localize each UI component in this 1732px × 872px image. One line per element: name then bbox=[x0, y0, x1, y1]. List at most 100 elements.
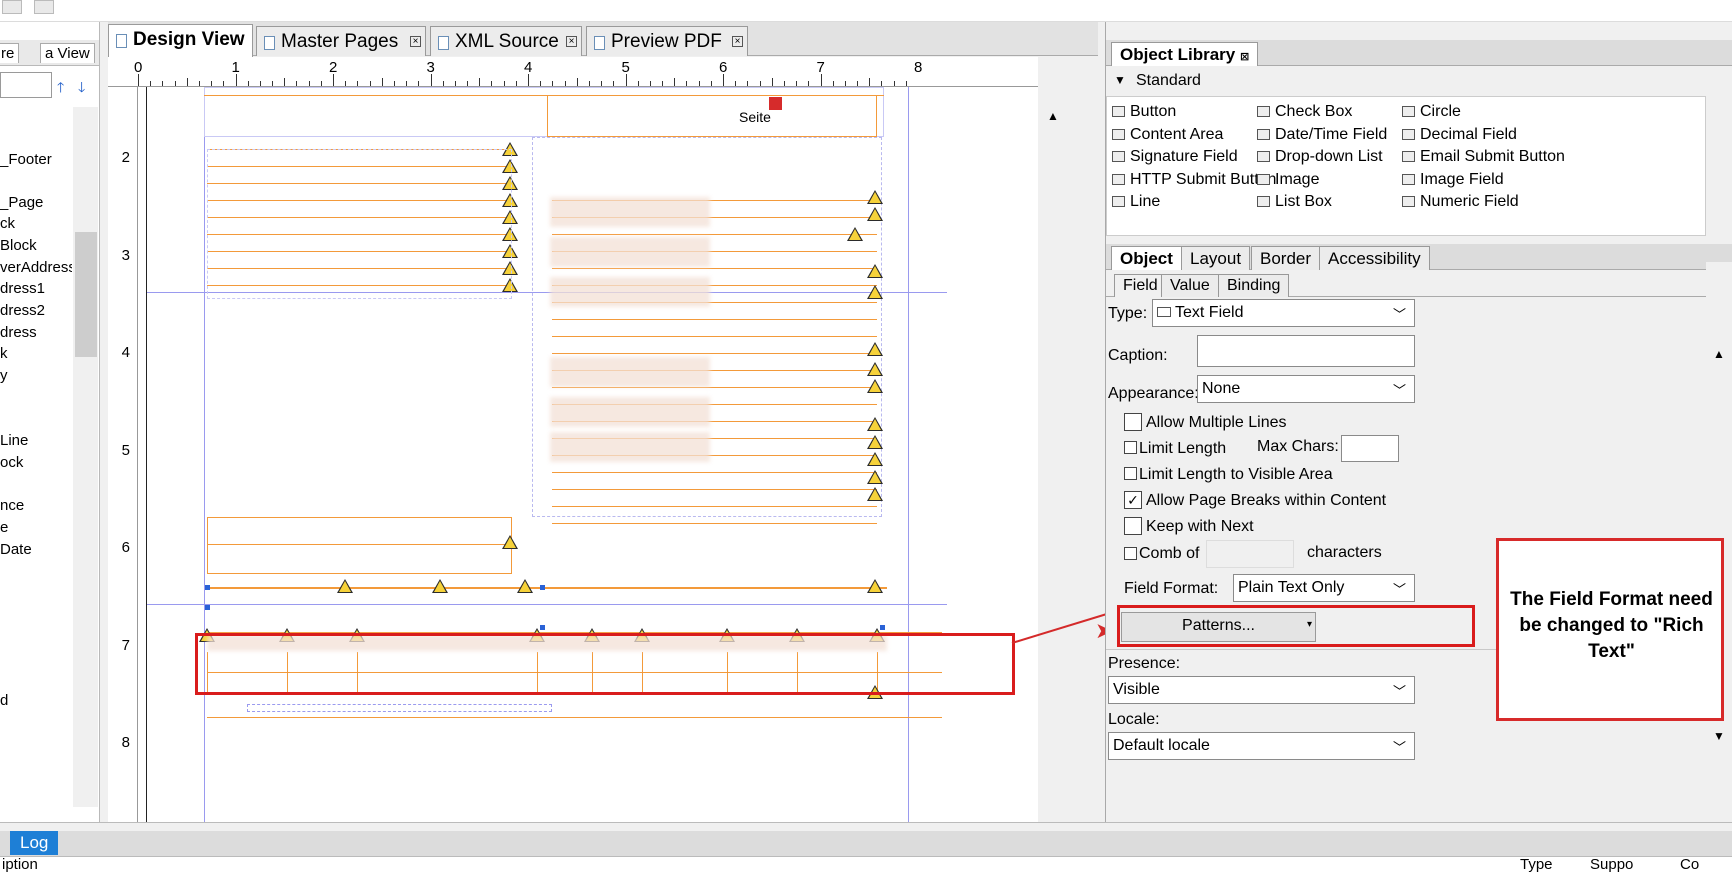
tab-hierarchy[interactable]: re bbox=[0, 43, 20, 63]
selection-handle[interactable] bbox=[540, 585, 545, 590]
log-column-header[interactable]: iption bbox=[2, 856, 38, 872]
library-item[interactable]: Image bbox=[1257, 171, 1319, 189]
warning-icon[interactable] bbox=[867, 417, 883, 431]
locale-select[interactable]: Default locale ﹀ bbox=[1108, 732, 1415, 760]
allow-multiple-lines-checkbox[interactable] bbox=[1124, 413, 1142, 431]
library-item[interactable]: Signature Field bbox=[1112, 148, 1238, 166]
warning-icon[interactable] bbox=[867, 342, 883, 356]
tree-item[interactable]: verAddress bbox=[0, 259, 72, 276]
selection-handle[interactable] bbox=[205, 605, 210, 610]
tab-object-library[interactable]: Object Library ⊠ bbox=[1111, 42, 1259, 66]
warning-icon[interactable] bbox=[867, 487, 883, 501]
copy-icon[interactable] bbox=[34, 0, 54, 14]
warning-icon[interactable] bbox=[867, 470, 883, 484]
tab-data-view[interactable]: a View bbox=[40, 43, 95, 63]
tab-design-view[interactable]: Design View bbox=[108, 24, 253, 57]
tree-item[interactable]: dress bbox=[0, 324, 37, 341]
subtab-binding[interactable]: Binding bbox=[1218, 274, 1290, 297]
scroll-thumb[interactable] bbox=[75, 232, 97, 357]
tree-item[interactable]: y bbox=[0, 367, 8, 384]
canvas-scrollbar[interactable]: ▲ bbox=[1038, 87, 1068, 822]
library-item[interactable]: Image Field bbox=[1402, 171, 1504, 189]
hierarchy-scrollbar[interactable] bbox=[73, 107, 98, 807]
scroll-down-icon[interactable]: ▼ bbox=[1713, 729, 1725, 743]
collapse-icon[interactable]: ▼ bbox=[1114, 73, 1126, 87]
library-item[interactable]: Numeric Field bbox=[1402, 193, 1519, 211]
subtab-value[interactable]: Value bbox=[1161, 274, 1219, 297]
warning-icon[interactable] bbox=[867, 207, 883, 221]
warning-icon[interactable] bbox=[867, 579, 883, 593]
close-icon[interactable]: × bbox=[732, 36, 743, 47]
library-item[interactable]: Decimal Field bbox=[1402, 126, 1517, 144]
tree-item[interactable]: Block bbox=[0, 237, 37, 254]
max-chars-input[interactable] bbox=[1341, 435, 1399, 462]
warning-icon[interactable] bbox=[867, 362, 883, 376]
warning-icon[interactable] bbox=[502, 535, 518, 549]
library-item[interactable]: List Box bbox=[1257, 193, 1332, 211]
arrow-down-icon[interactable]: 🡓 bbox=[78, 77, 85, 101]
tab-layout[interactable]: Layout bbox=[1181, 246, 1251, 270]
comb-checkbox[interactable] bbox=[1124, 547, 1137, 560]
tree-item[interactable]: nce bbox=[0, 497, 24, 514]
comb-input[interactable] bbox=[1206, 540, 1294, 568]
subtab-field[interactable]: Field bbox=[1114, 274, 1167, 297]
warning-icon[interactable] bbox=[337, 579, 353, 593]
log-column-header[interactable]: Suppo bbox=[1590, 856, 1633, 872]
scroll-up-icon[interactable]: ▲ bbox=[1713, 347, 1725, 361]
arrow-up-icon[interactable]: 🡑 bbox=[57, 77, 64, 101]
type-select[interactable]: Text Field ﹀ bbox=[1152, 299, 1415, 327]
log-column-header[interactable]: Type bbox=[1520, 856, 1553, 872]
log-column-header[interactable]: Co bbox=[1680, 856, 1699, 872]
tree-item[interactable]: _Page bbox=[0, 194, 43, 211]
warning-icon[interactable] bbox=[867, 264, 883, 278]
tree-item[interactable]: Line bbox=[0, 432, 28, 449]
warning-icon[interactable] bbox=[867, 285, 883, 299]
warning-icon[interactable] bbox=[432, 579, 448, 593]
presence-select[interactable]: Visible ﹀ bbox=[1108, 676, 1415, 704]
tree-item[interactable]: _Footer bbox=[0, 151, 52, 168]
tab-preview-pdf[interactable]: Preview PDF × bbox=[586, 26, 748, 56]
library-item[interactable]: Drop-down List bbox=[1257, 148, 1383, 166]
tab-border[interactable]: Border bbox=[1251, 246, 1321, 270]
tree-item[interactable]: e bbox=[0, 519, 8, 536]
library-item[interactable]: Line bbox=[1112, 193, 1160, 211]
form-page[interactable]: Seite bbox=[146, 87, 1036, 822]
close-icon[interactable]: × bbox=[566, 36, 577, 47]
warning-icon[interactable] bbox=[847, 227, 863, 241]
tab-log[interactable]: Log bbox=[10, 831, 59, 855]
tree-item[interactable]: ock bbox=[0, 454, 23, 471]
library-item[interactable]: Button bbox=[1112, 103, 1176, 121]
tree-item[interactable]: dress1 bbox=[0, 280, 45, 297]
warning-icon[interactable] bbox=[867, 435, 883, 449]
warning-icon[interactable] bbox=[867, 379, 883, 393]
allow-page-breaks-checkbox[interactable]: ✓ bbox=[1124, 491, 1142, 509]
limit-visible-checkbox[interactable] bbox=[1124, 467, 1137, 480]
library-item[interactable]: HTTP Submit Button bbox=[1112, 171, 1276, 189]
tab-master-pages[interactable]: Master Pages × bbox=[256, 26, 426, 56]
tree-item[interactable]: Date bbox=[0, 541, 32, 558]
tab-accessibility[interactable]: Accessibility bbox=[1319, 246, 1430, 270]
limit-length-checkbox[interactable] bbox=[1124, 441, 1137, 454]
hierarchy-search-input[interactable] bbox=[0, 72, 52, 98]
caption-input[interactable] bbox=[1197, 335, 1415, 367]
tree-item[interactable]: k bbox=[0, 345, 8, 362]
add-icon[interactable] bbox=[769, 97, 782, 110]
close-icon[interactable]: × bbox=[410, 36, 421, 47]
tree-item[interactable]: d bbox=[0, 692, 8, 709]
appearance-select[interactable]: None ﹀ bbox=[1197, 375, 1415, 403]
library-item[interactable]: Email Submit Button bbox=[1402, 148, 1565, 166]
warning-icon[interactable] bbox=[867, 190, 883, 204]
tree-item[interactable]: ck bbox=[0, 215, 15, 232]
design-canvas[interactable]: Seite bbox=[138, 87, 1038, 822]
scroll-up-icon[interactable]: ▲ bbox=[1047, 109, 1059, 123]
add-icon[interactable] bbox=[2, 0, 22, 14]
close-icon[interactable]: ⊠ bbox=[1240, 51, 1249, 63]
tab-object[interactable]: Object bbox=[1111, 246, 1182, 270]
library-item[interactable]: Content Area bbox=[1112, 126, 1223, 144]
library-section-standard[interactable]: ▼ Standard bbox=[1106, 70, 1711, 92]
warning-icon[interactable] bbox=[517, 579, 533, 593]
tab-xml-source[interactable]: XML Source × bbox=[430, 26, 582, 56]
tree-item[interactable]: dress2 bbox=[0, 302, 45, 319]
field-format-select[interactable]: Plain Text Only ﹀ bbox=[1233, 574, 1415, 602]
selection-handle[interactable] bbox=[205, 585, 210, 590]
